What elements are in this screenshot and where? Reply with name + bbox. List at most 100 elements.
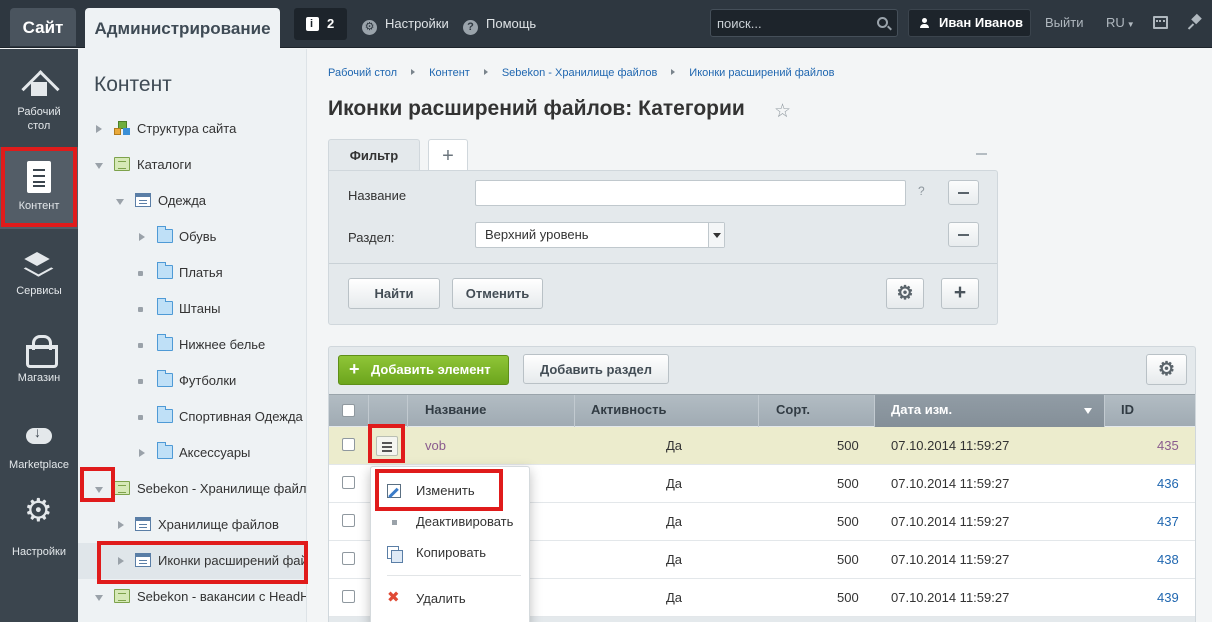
- expand-arrow-icon[interactable]: [96, 125, 102, 133]
- collapse-arrow-icon[interactable]: [95, 595, 103, 601]
- tree-item-sebekon-storage[interactable]: Sebekon - Хранилище файлов: [78, 471, 306, 507]
- filter-section-select[interactable]: Верхний уровень: [475, 222, 725, 248]
- language-selector[interactable]: RU ▼: [1106, 15, 1135, 30]
- nav-settings-label: Настройки: [12, 546, 66, 558]
- row-active: Да: [666, 476, 683, 491]
- tab-site[interactable]: Сайт: [10, 8, 76, 46]
- menu-item-copy[interactable]: Копировать: [371, 538, 531, 568]
- catalog-icon: [114, 589, 130, 603]
- expand-arrow-icon[interactable]: [139, 449, 145, 457]
- pin-icon[interactable]: [1188, 14, 1204, 30]
- tree-item-sebekon-vacancies[interactable]: Sebekon - вакансии с HeadHunter: [78, 579, 306, 615]
- nav-content[interactable]: Контент: [0, 147, 78, 229]
- search-icon[interactable]: [877, 17, 888, 28]
- row-checkbox[interactable]: [342, 514, 355, 527]
- row-id-link[interactable]: 437: [1157, 503, 1179, 540]
- find-button[interactable]: Найти: [348, 278, 440, 309]
- bullet-icon: [387, 515, 401, 529]
- tree-item-file-extension-icons[interactable]: Иконки расширений файлов: [78, 543, 306, 579]
- keyboard-icon[interactable]: [1153, 16, 1168, 29]
- edit-icon: [387, 484, 401, 498]
- grid-settings-button[interactable]: [1146, 354, 1187, 385]
- tree-item-label: Футболки: [179, 373, 237, 388]
- breadcrumb-file-extension-icons[interactable]: Иконки расширений файлов: [689, 67, 834, 79]
- add-element-button[interactable]: Добавить элемент: [338, 355, 509, 385]
- expand-arrow-icon[interactable]: [118, 521, 124, 529]
- tree-item-site-structure[interactable]: Структура сайта: [78, 111, 306, 147]
- notifications-button[interactable]: 2: [294, 8, 347, 40]
- row-checkbox[interactable]: [342, 438, 355, 451]
- column-date-modified[interactable]: Дата изм.: [875, 395, 1105, 427]
- gear-icon: ⚙: [362, 20, 377, 35]
- select-all-checkbox[interactable]: [342, 404, 355, 417]
- help-icon[interactable]: ?: [918, 184, 925, 198]
- tree-item-label: Каталоги: [137, 157, 192, 172]
- row-date: 07.10.2014 11:59:27: [891, 438, 1010, 453]
- tree-item-pants[interactable]: Штаны: [78, 291, 306, 327]
- tab-administration[interactable]: Администрирование: [85, 8, 280, 50]
- collapse-arrow-icon[interactable]: [95, 487, 103, 493]
- tree-item-label: Спортивная Одежда: [179, 409, 303, 424]
- tree-item-dresses[interactable]: Платья: [78, 255, 306, 291]
- filter-name-input[interactable]: [475, 180, 906, 206]
- breadcrumb-content[interactable]: Контент: [429, 67, 470, 79]
- menu-item-delete[interactable]: Удалить: [371, 583, 531, 614]
- row-checkbox[interactable]: [342, 476, 355, 489]
- table-row[interactable]: vob Да 500 07.10.2014 11:59:27 435: [329, 427, 1195, 465]
- breadcrumb-sebekon-storage[interactable]: Sebekon - Хранилище файлов: [502, 67, 657, 79]
- document-icon: [27, 161, 51, 193]
- settings-link[interactable]: ⚙ Настройки: [362, 14, 449, 35]
- tree-item-underwear[interactable]: Нижнее белье: [78, 327, 306, 363]
- tree-item-shoes[interactable]: Обувь: [78, 219, 306, 255]
- nav-desktop[interactable]: Рабочий стол: [0, 69, 78, 133]
- expand-arrow-icon[interactable]: [139, 233, 145, 241]
- row-sort: 500: [837, 552, 859, 567]
- row-id-link[interactable]: 435: [1157, 427, 1179, 464]
- column-id[interactable]: ID: [1105, 395, 1195, 427]
- breadcrumb-desktop[interactable]: Рабочий стол: [328, 67, 397, 79]
- expand-arrow-icon[interactable]: [118, 557, 124, 565]
- minimize-icon[interactable]: [976, 153, 987, 155]
- cancel-button[interactable]: Отменить: [452, 278, 543, 309]
- nav-shop[interactable]: Магазин: [0, 335, 78, 385]
- bullet-icon: [138, 343, 143, 348]
- menu-item-edit[interactable]: Изменить: [371, 476, 531, 506]
- logout-link[interactable]: Выйти: [1045, 15, 1084, 30]
- row-id-link[interactable]: 439: [1157, 579, 1179, 616]
- tree-item-accessories[interactable]: Аксессуары: [78, 435, 306, 471]
- column-name[interactable]: Название: [408, 395, 575, 427]
- tree-item-tshirts[interactable]: Футболки: [78, 363, 306, 399]
- column-active[interactable]: Активность: [575, 395, 759, 427]
- row-id-link[interactable]: 436: [1157, 465, 1179, 502]
- search-input[interactable]: [717, 14, 867, 32]
- breadcrumb-separator-icon: [411, 69, 416, 75]
- row-id-link[interactable]: 438: [1157, 541, 1179, 578]
- remove-filter-field-button[interactable]: [948, 222, 979, 247]
- user-menu[interactable]: Иван Иванов: [908, 9, 1031, 37]
- add-section-button[interactable]: Добавить раздел: [523, 354, 669, 384]
- nav-services[interactable]: Сервисы: [0, 248, 78, 298]
- nav-settings[interactable]: Настройки: [0, 503, 78, 559]
- row-actions-menu-button[interactable]: [376, 436, 398, 456]
- nav-marketplace[interactable]: Marketplace: [0, 422, 78, 472]
- row-checkbox[interactable]: [342, 590, 355, 603]
- help-link[interactable]: ? Помощь: [463, 14, 536, 35]
- tree-item-file-storage[interactable]: Хранилище файлов: [78, 507, 306, 543]
- home-icon: [24, 69, 54, 99]
- menu-item-deactivate[interactable]: Деактивировать: [371, 507, 531, 537]
- star-icon[interactable]: ☆: [774, 100, 791, 123]
- collapse-arrow-icon[interactable]: [95, 163, 103, 169]
- collapse-arrow-icon[interactable]: [116, 199, 124, 205]
- tree-item-sportswear[interactable]: Спортивная Одежда: [78, 399, 306, 435]
- tree-item-catalogs[interactable]: Каталоги: [78, 147, 306, 183]
- tab-filter[interactable]: Фильтр: [328, 139, 420, 171]
- column-sort[interactable]: Сорт.: [759, 395, 875, 427]
- tree-item-clothes[interactable]: Одежда: [78, 183, 306, 219]
- add-filter-field-button[interactable]: [941, 278, 979, 309]
- row-checkbox[interactable]: [342, 552, 355, 565]
- nav-marketplace-label: Marketplace: [9, 459, 69, 471]
- filter-settings-button[interactable]: [886, 278, 924, 309]
- remove-filter-field-button[interactable]: [948, 180, 979, 205]
- add-filter-tab-button[interactable]: +: [428, 139, 468, 171]
- row-name-link[interactable]: vob: [425, 427, 446, 464]
